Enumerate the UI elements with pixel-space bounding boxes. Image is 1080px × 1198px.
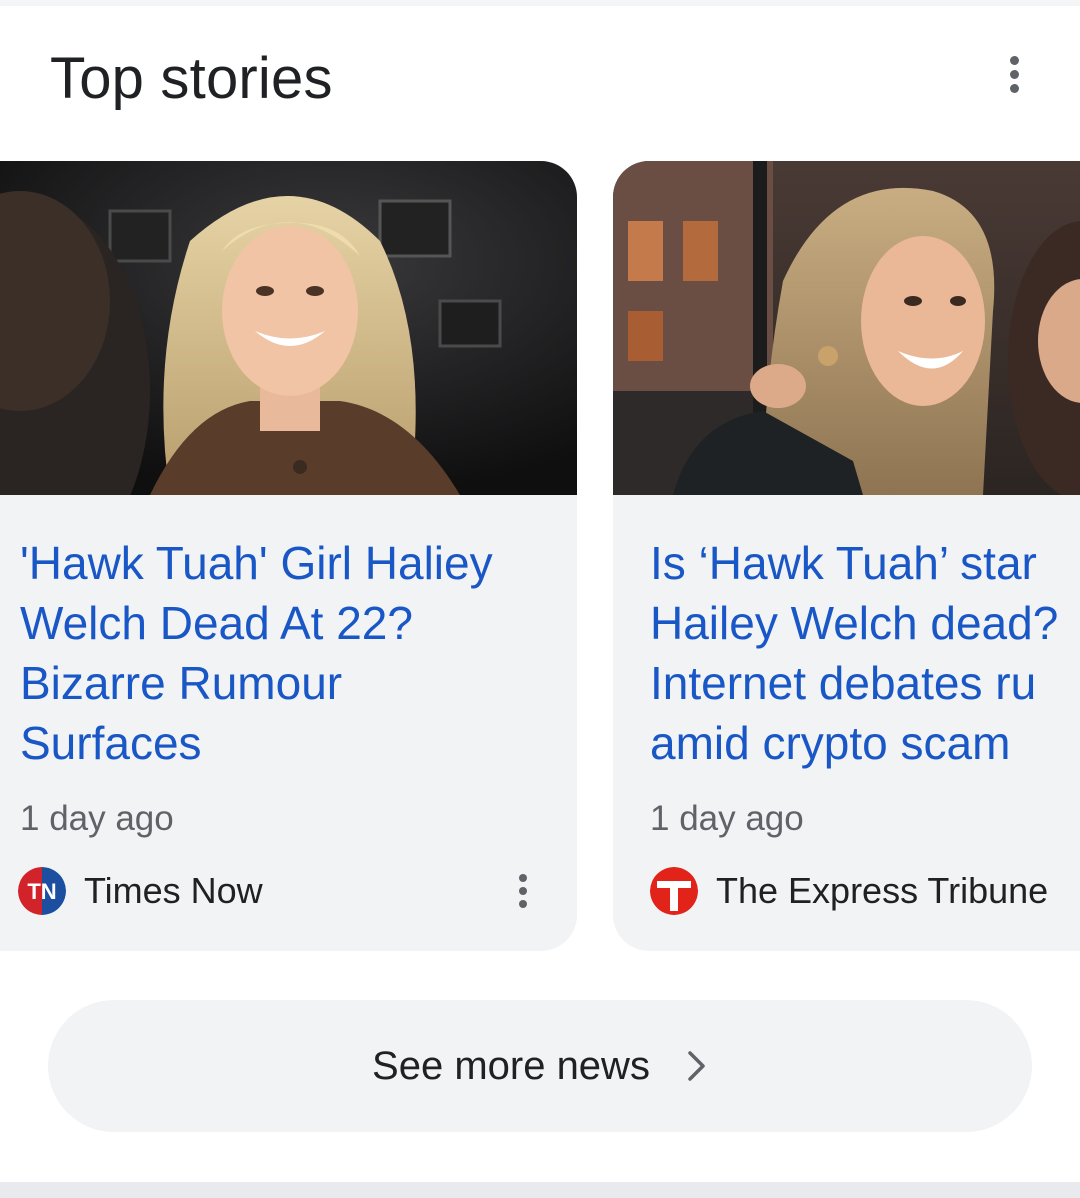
section-title: Top stories — [50, 46, 333, 111]
times-now-logo-icon: TN — [18, 867, 66, 915]
story-card[interactable]: 'Hawk Tuah' Girl Haliey Welch Dead At 22… — [0, 161, 577, 951]
story-timestamp: 1 day ago — [20, 799, 174, 838]
top-stories-page: Top stories 'Hawk Tuah' Girl Haliey Welc… — [0, 0, 1080, 1198]
express-tribune-logo-icon — [650, 867, 698, 915]
section-more-options-button[interactable] — [996, 50, 1032, 98]
story-source: TN Times Now — [18, 867, 263, 915]
see-more-label: See more news — [372, 1044, 650, 1088]
see-more-news-button[interactable]: See more news — [48, 1000, 1032, 1132]
story-headline[interactable]: 'Hawk Tuah' Girl Haliey Welch Dead At 22… — [20, 533, 540, 773]
story-photo-woman-smiling — [0, 161, 577, 495]
source-name: Times Now — [84, 870, 263, 911]
source-name: The Express Tribune — [716, 870, 1049, 911]
more-vert-icon-dot — [1009, 83, 1019, 93]
chevron-right-icon — [688, 1051, 705, 1081]
more-vert-icon-dot — [519, 887, 527, 895]
top-divider — [0, 0, 1080, 6]
more-vert-icon — [519, 874, 527, 882]
more-vert-icon-dot — [1009, 69, 1019, 79]
story-thumbnail — [613, 161, 1080, 495]
story-timestamp: 1 day ago — [650, 799, 804, 838]
more-vert-icon-dot — [519, 900, 527, 908]
story-photo-woman-laughing — [613, 161, 1080, 495]
story-thumbnail — [0, 161, 577, 495]
story-headline[interactable]: Is ‘Hawk Tuah’ star Hailey Welch dead? I… — [650, 533, 1080, 773]
svg-text:TN: TN — [27, 879, 56, 904]
story-card[interactable]: Is ‘Hawk Tuah’ star Hailey Welch dead? I… — [613, 161, 1080, 951]
stories-carousel[interactable]: 'Hawk Tuah' Girl Haliey Welch Dead At 22… — [0, 161, 1080, 951]
more-vert-icon — [1009, 55, 1019, 65]
story-more-options-button[interactable] — [508, 867, 538, 915]
story-source: The Express Tribune — [650, 867, 1048, 915]
bottom-divider — [0, 1182, 1080, 1198]
